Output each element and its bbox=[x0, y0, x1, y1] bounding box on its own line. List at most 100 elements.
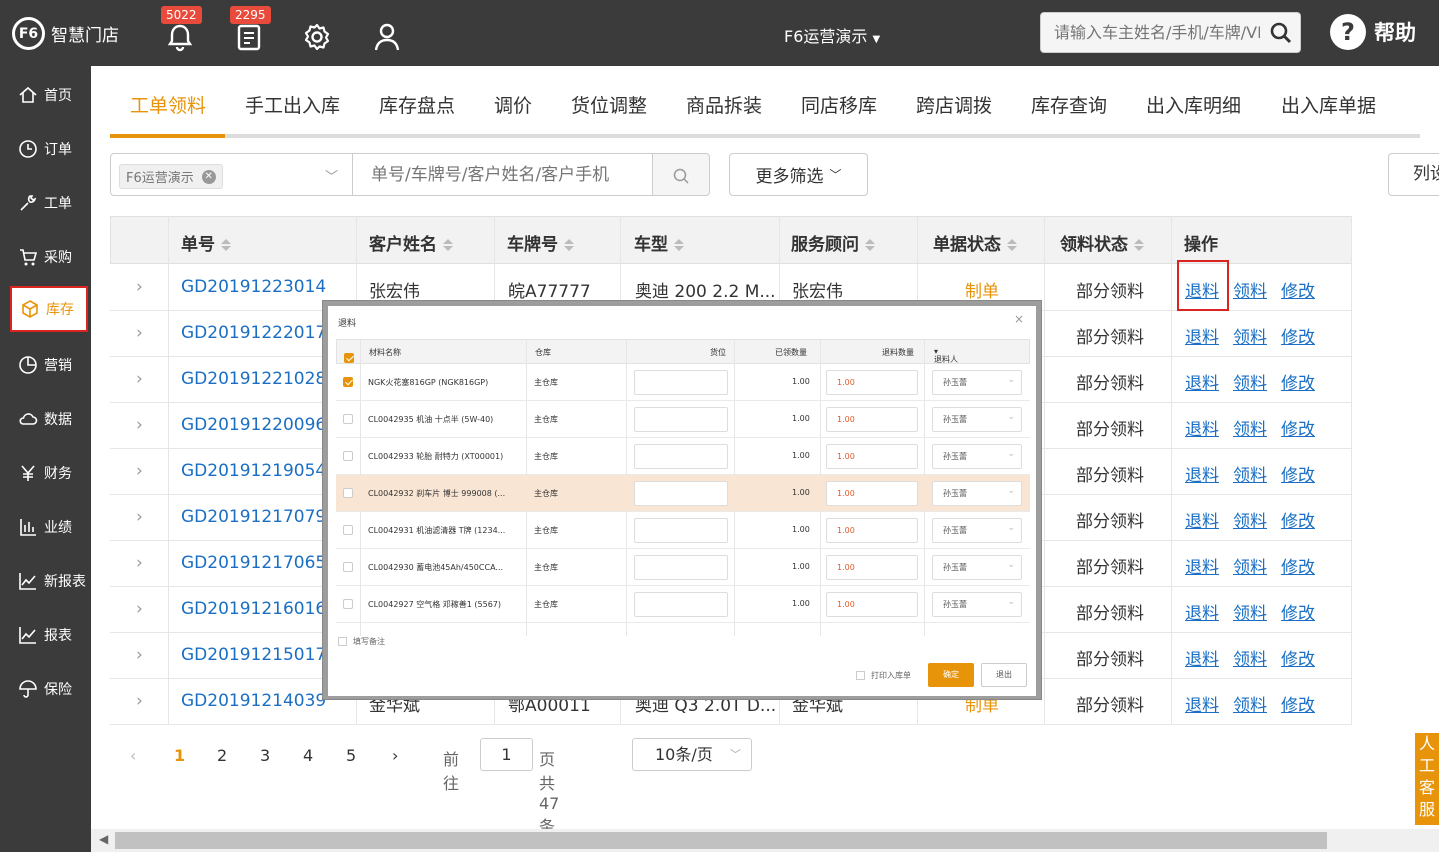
sidebar-item-data[interactable]: 数据 bbox=[0, 392, 91, 446]
tab-io-details[interactable]: 出入库明细 bbox=[1146, 91, 1241, 118]
row-checkbox[interactable] bbox=[343, 525, 353, 535]
remark-checkbox[interactable] bbox=[338, 637, 347, 646]
sidebar-item-inventory[interactable]: 库存 bbox=[10, 286, 88, 332]
location-input[interactable] bbox=[634, 481, 728, 506]
column-header[interactable]: 车型 bbox=[634, 230, 684, 255]
return-person-select[interactable]: 孙玉蕾 bbox=[932, 591, 1022, 617]
dialog-column-header[interactable]: 退料人 ▾ bbox=[934, 347, 958, 364]
return-quantity-input[interactable]: 1.00 bbox=[826, 518, 918, 543]
return-item-row[interactable]: CL0042930 蓄电池45Ah/450CCA... 主仓库 1.00 1.00 孙玉… bbox=[336, 549, 1030, 586]
select-all-checkbox[interactable] bbox=[344, 353, 354, 363]
expand-row-icon[interactable]: › bbox=[136, 645, 143, 665]
tab-stocktake[interactable]: 库存盘点 bbox=[379, 91, 455, 118]
edit-link[interactable]: 修改 bbox=[1281, 420, 1315, 440]
expand-row-icon[interactable]: › bbox=[136, 277, 143, 297]
return-person-select[interactable]: 孙玉蕾 bbox=[932, 406, 1022, 432]
sort-icon[interactable] bbox=[865, 239, 875, 251]
location-input[interactable] bbox=[634, 444, 728, 469]
row-checkbox[interactable] bbox=[343, 414, 353, 424]
return-item-row[interactable]: CL0042933 轮胎 耐特力 (XT00001) 主仓库 1.00 1.00 孙玉蕾 bbox=[336, 438, 1030, 475]
edit-link[interactable]: 修改 bbox=[1281, 374, 1315, 394]
sort-icon[interactable] bbox=[1007, 239, 1017, 251]
tab-stock-query[interactable]: 库存查询 bbox=[1031, 91, 1107, 118]
tab-location-adjust[interactable]: 货位调整 bbox=[571, 91, 647, 118]
pick-material-link[interactable]: 领料 bbox=[1233, 604, 1267, 624]
customer-service-button[interactable]: 人工客服 bbox=[1415, 733, 1439, 825]
row-checkbox[interactable] bbox=[343, 599, 353, 609]
scrollbar-thumb[interactable] bbox=[115, 832, 1327, 849]
column-header[interactable]: 客户姓名 bbox=[369, 230, 453, 255]
order-search-button[interactable] bbox=[652, 153, 710, 196]
sort-icon[interactable] bbox=[564, 239, 574, 251]
pick-material-link[interactable]: 领料 bbox=[1233, 374, 1267, 394]
location-input[interactable] bbox=[634, 592, 728, 617]
edit-link[interactable]: 修改 bbox=[1281, 650, 1315, 670]
store-switcher[interactable]: F6运营演示 ▼ bbox=[784, 23, 880, 47]
order-number-link[interactable]: GD20191217079 bbox=[181, 507, 326, 527]
tab-workorder-picking[interactable]: 工单领料 bbox=[130, 91, 206, 118]
return-person-select[interactable]: 孙玉蕾 bbox=[932, 554, 1022, 580]
expand-row-icon[interactable]: › bbox=[136, 553, 143, 573]
sidebar-item-orders[interactable]: 订单 bbox=[0, 122, 91, 176]
expand-row-icon[interactable]: › bbox=[136, 507, 143, 527]
edit-link[interactable]: 修改 bbox=[1281, 558, 1315, 578]
column-header[interactable]: 车牌号 bbox=[507, 230, 574, 255]
more-filters-button[interactable]: 更多筛选 ﹀ bbox=[729, 153, 868, 196]
tab-assembly[interactable]: 商品拆装 bbox=[686, 91, 762, 118]
help-button[interactable]: ? 帮助 bbox=[1330, 14, 1416, 50]
pick-material-link[interactable]: 领料 bbox=[1233, 696, 1267, 716]
expand-row-icon[interactable]: › bbox=[136, 415, 143, 435]
return-quantity-input[interactable]: 1.00 bbox=[826, 592, 918, 617]
pick-material-link[interactable]: 领料 bbox=[1233, 282, 1267, 302]
close-icon[interactable]: × bbox=[1014, 312, 1024, 326]
return-quantity-input[interactable]: 1.00 bbox=[826, 444, 918, 469]
location-input[interactable] bbox=[634, 370, 728, 395]
sidebar-item-reports[interactable]: 报表 bbox=[0, 608, 91, 662]
location-input[interactable] bbox=[634, 555, 728, 580]
return-quantity-input[interactable]: 1.00 bbox=[826, 370, 918, 395]
store-filter-select[interactable]: F6运营演示 ✕ ﹀ bbox=[110, 153, 353, 196]
order-number-link[interactable]: GD20191219054 bbox=[181, 461, 326, 481]
location-input[interactable] bbox=[634, 407, 728, 432]
page-4[interactable]: 4 bbox=[303, 746, 313, 765]
return-material-link[interactable]: 退料 bbox=[1185, 374, 1219, 394]
pick-material-link[interactable]: 领料 bbox=[1233, 512, 1267, 532]
return-quantity-input[interactable]: 1.00 bbox=[826, 407, 918, 432]
row-checkbox[interactable] bbox=[343, 488, 353, 498]
order-number-link[interactable]: GD20191223014 bbox=[181, 277, 326, 297]
edit-link[interactable]: 修改 bbox=[1281, 696, 1315, 716]
user-profile-icon[interactable] bbox=[372, 22, 402, 52]
page-5[interactable]: 5 bbox=[346, 746, 356, 765]
expand-row-icon[interactable]: › bbox=[136, 461, 143, 481]
order-search-input[interactable] bbox=[353, 154, 652, 195]
expand-row-icon[interactable]: › bbox=[136, 599, 143, 619]
page-1[interactable]: 1 bbox=[174, 746, 185, 765]
return-material-link[interactable]: 退料 bbox=[1185, 604, 1219, 624]
return-item-row[interactable]: NGK火花塞816GP (NGK816GP) 主仓库 1.00 1.00 孙玉蕾 bbox=[336, 364, 1030, 401]
return-person-select[interactable]: 孙玉蕾 bbox=[932, 517, 1022, 543]
return-material-link[interactable]: 退料 bbox=[1185, 420, 1219, 440]
order-number-link[interactable]: GD20191215017 bbox=[181, 645, 326, 665]
goto-page-input[interactable]: 1 bbox=[480, 738, 533, 771]
return-item-row[interactable]: CL0042932 刹车片 博士 999008 (... 主仓库 1.00 1.00 孙… bbox=[336, 475, 1030, 512]
horizontal-scrollbar[interactable]: ◀ bbox=[91, 829, 1439, 852]
column-header[interactable]: 单号 bbox=[181, 230, 231, 255]
sidebar-item-finance[interactable]: 财务 bbox=[0, 446, 91, 500]
column-settings-button[interactable]: 列设 bbox=[1388, 153, 1439, 196]
tab-same-store-move[interactable]: 同店移库 bbox=[801, 91, 877, 118]
column-header[interactable]: 领料状态 bbox=[1060, 230, 1144, 255]
return-person-select[interactable]: 孙玉蕾 bbox=[932, 443, 1022, 469]
sidebar-item-new-reports[interactable]: 新报表 bbox=[0, 554, 91, 608]
tab-price-adjust[interactable]: 调价 bbox=[494, 91, 532, 118]
return-person-select[interactable]: 孙玉蕾 bbox=[932, 480, 1022, 506]
edit-link[interactable]: 修改 bbox=[1281, 282, 1315, 302]
notification-bell-icon[interactable]: 5022 bbox=[161, 6, 202, 52]
pick-material-link[interactable]: 领料 bbox=[1233, 558, 1267, 578]
order-number-link[interactable]: GD20191217065 bbox=[181, 553, 326, 573]
expand-row-icon[interactable]: › bbox=[136, 369, 143, 389]
sidebar-item-marketing[interactable]: 营销 bbox=[0, 338, 91, 392]
remark-toggle[interactable]: 填写备注 bbox=[338, 636, 385, 647]
pick-material-link[interactable]: 领料 bbox=[1233, 328, 1267, 348]
global-search-input[interactable] bbox=[1041, 13, 1300, 52]
return-person-select[interactable]: 孙玉蕾 bbox=[932, 369, 1022, 395]
